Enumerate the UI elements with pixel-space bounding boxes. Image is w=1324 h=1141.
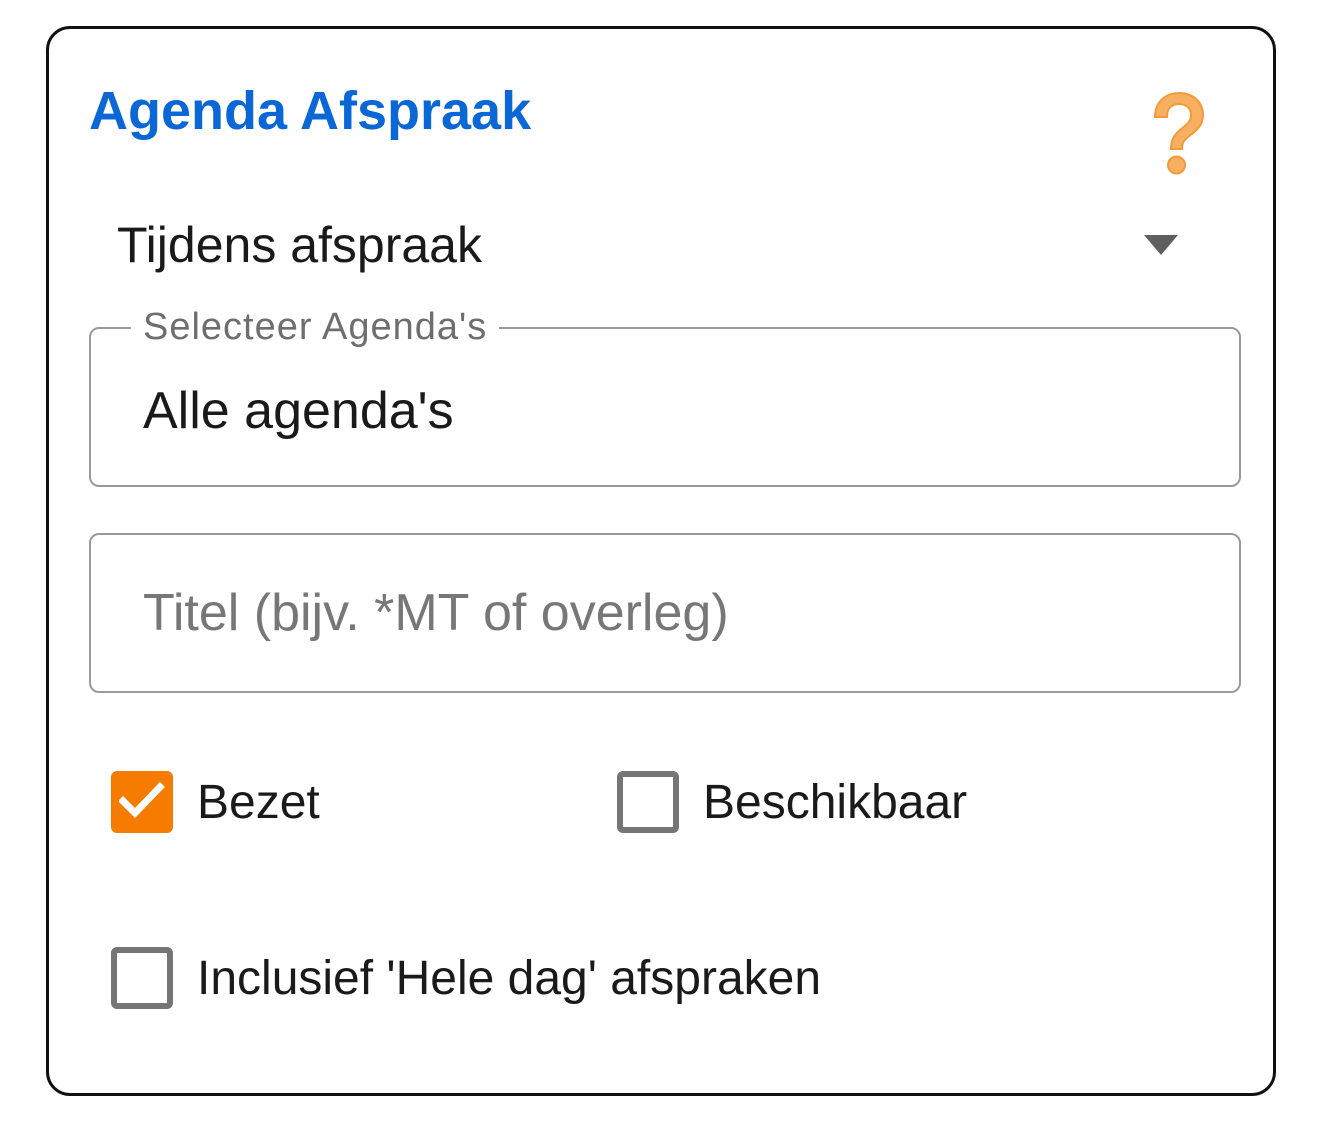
busy-checkbox-label: Bezet <box>197 776 320 829</box>
title-input[interactable] <box>89 533 1241 693</box>
available-checkbox-label: Beschikbaar <box>703 776 968 829</box>
busy-checkbox-row[interactable]: Bezet <box>111 771 411 835</box>
all-day-checkbox[interactable] <box>111 947 173 1009</box>
available-checkbox[interactable] <box>617 771 679 833</box>
calendar-select-value: Alle agenda's <box>143 382 454 440</box>
checkmark-icon <box>119 782 165 818</box>
available-checkbox-row[interactable]: Beschikbaar <box>617 771 1037 835</box>
timing-dropdown[interactable]: Tijdens afspraak <box>89 207 1239 287</box>
caret-down-icon <box>1144 235 1178 255</box>
question-mark-icon[interactable] <box>1141 89 1211 179</box>
all-day-checkbox-row[interactable]: Inclusief 'Hele dag' afspraken <box>111 947 891 1011</box>
calendar-select[interactable]: Selecteer Agenda's Alle agenda's <box>89 305 1241 487</box>
agenda-afspraak-card: Agenda Afspraak Tijdens afspraak Selecte… <box>46 26 1276 1096</box>
calendar-select-label: Selecteer Agenda's <box>131 305 500 349</box>
all-day-checkbox-label: Inclusief 'Hele dag' afspraken <box>197 952 822 1005</box>
timing-dropdown-value: Tijdens afspraak <box>117 217 482 273</box>
busy-checkbox[interactable] <box>111 771 173 833</box>
card-title: Agenda Afspraak <box>89 81 532 141</box>
